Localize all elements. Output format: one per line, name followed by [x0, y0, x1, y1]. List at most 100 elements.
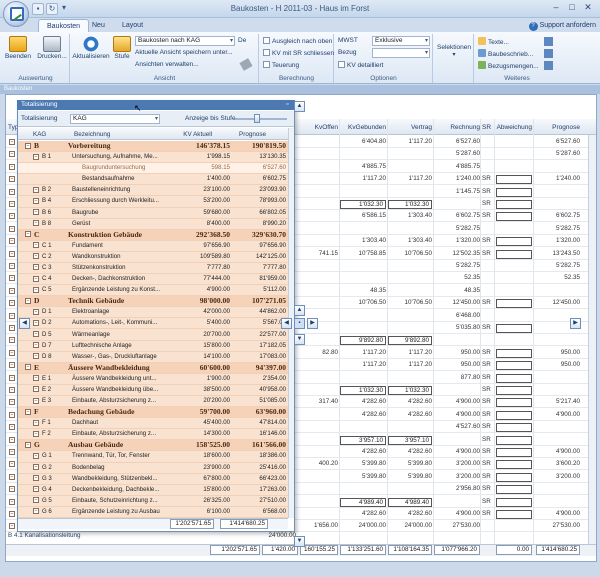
minimize-icon[interactable]: –: [548, 2, 564, 14]
abweichung-input[interactable]: [496, 398, 532, 408]
panel-pin-icon[interactable]: ▫: [286, 101, 294, 109]
expand-toggle-icon[interactable]: −: [9, 486, 15, 493]
list-item[interactable]: − D 2 Automations-, Leit-, Kommuni... 5'400…: [18, 318, 288, 330]
stufe-slider-thumb[interactable]: [254, 114, 260, 123]
abweichung-input[interactable]: [496, 175, 532, 185]
expand-toggle-icon[interactable]: −: [9, 250, 15, 257]
texte-button[interactable]: Texte...: [478, 37, 509, 46]
tree-toggle-icon[interactable]: −: [33, 331, 39, 337]
group-row[interactable]: − G Ausbau Gebäude 158'525.00 161'566.00: [18, 440, 288, 452]
table-cell[interactable]: 1'032.30: [340, 200, 386, 209]
tree-toggle-icon[interactable]: −: [33, 319, 39, 326]
abweichung-input[interactable]: [496, 386, 532, 395]
tree-toggle-icon[interactable]: −: [25, 408, 31, 415]
pcol-kag[interactable]: KAG: [33, 131, 46, 138]
dock-center-right-button[interactable]: ▶: [307, 318, 318, 329]
tree-toggle-icon[interactable]: −: [33, 397, 39, 404]
abweichung-input[interactable]: [496, 435, 532, 445]
list-item[interactable]: − E 3 Einbaute, Absturzsicherung z... 20'20…: [18, 396, 288, 408]
tree-toggle-icon[interactable]: −: [33, 286, 39, 293]
ausgleich-checkbox[interactable]: Ausgleich nach oben: [263, 37, 332, 45]
group-row[interactable]: − E Äussere Wandbekleidung 60'600.00 94'397.…: [18, 362, 288, 374]
list-item[interactable]: − E 1 Äussere Wandbekleidung unt... 1'900.0…: [18, 374, 288, 385]
expand-toggle-icon[interactable]: −: [9, 523, 15, 530]
tab-baukosten[interactable]: Baukosten: [38, 19, 90, 32]
expand-toggle-icon[interactable]: −: [9, 349, 15, 356]
abweichung-input[interactable]: [496, 460, 532, 470]
table-cell[interactable]: 9'892.80: [340, 336, 386, 346]
abweichung-input[interactable]: [496, 299, 532, 309]
support-button[interactable]: ? Support anfordern: [528, 19, 596, 32]
expand-toggle-icon[interactable]: −: [9, 151, 15, 158]
tree-toggle-icon[interactable]: −: [33, 275, 39, 282]
document-tab[interactable]: Baukosten: [0, 85, 600, 94]
dock-center-left-button[interactable]: ◀: [281, 318, 292, 329]
group-row[interactable]: − B Vorbereitung 146'378.15 190'819.50: [18, 141, 288, 153]
list-item[interactable]: − F 2 Einbaute, Absturzsicherung z... 14'30…: [18, 429, 288, 441]
abweichung-input[interactable]: [496, 200, 532, 209]
abweichung-input[interactable]: [496, 187, 532, 197]
tab-layout[interactable]: Layout: [114, 19, 151, 32]
expand-toggle-icon[interactable]: −: [9, 176, 15, 183]
tree-toggle-icon[interactable]: −: [33, 209, 39, 216]
aktualisieren-button[interactable]: Aktualisieren: [72, 36, 110, 60]
grid-icon[interactable]: [544, 37, 553, 46]
table-cell[interactable]: 1'032.30: [388, 386, 432, 395]
dock-top-button[interactable]: ▲: [294, 101, 305, 112]
baubeschrieb-button[interactable]: Baubeschrieb...: [478, 49, 533, 58]
table-cell[interactable]: 3'957.10: [388, 435, 432, 445]
tree-toggle-icon[interactable]: −: [33, 242, 39, 249]
beenden-button[interactable]: Beenden: [4, 36, 32, 60]
abweichung-input[interactable]: [496, 361, 532, 371]
expand-toggle-icon[interactable]: −: [9, 424, 15, 431]
abweichung-input[interactable]: [496, 448, 532, 457]
group-row[interactable]: − F Bedachung Gebäude 59'700.00 63'960.00: [18, 407, 288, 419]
mwst-select[interactable]: Exklusive: [372, 36, 430, 46]
dock-right-button[interactable]: ▶: [570, 318, 581, 329]
expand-toggle-icon[interactable]: −: [9, 312, 15, 319]
panel-title[interactable]: Totalisierung: [17, 100, 295, 110]
list-item[interactable]: − G 6 Ergänzende Leistung zu Ausbau 6'100.0…: [18, 507, 288, 518]
list-item[interactable]: − D 5 Wärmeanlage 20'700.00 22'577.00: [18, 330, 288, 341]
tree-toggle-icon[interactable]: −: [33, 464, 39, 471]
dock-left-button[interactable]: ◀: [19, 318, 30, 329]
abweichung-input[interactable]: [496, 410, 532, 420]
expand-toggle-icon[interactable]: −: [9, 300, 15, 307]
list-item[interactable]: − D 1 Elektroanlage 42'000.00 44'862.00: [18, 307, 288, 319]
list-item[interactable]: − B 4 Erschliessung durch Werkleitu... 53'2…: [18, 196, 288, 208]
teuerung-checkbox[interactable]: Teuerung: [263, 61, 299, 69]
group-row[interactable]: − C Konstruktion Gebäude 292'368.50 329'630.…: [18, 229, 288, 241]
tree-toggle-icon[interactable]: −: [33, 375, 39, 382]
tree-toggle-icon[interactable]: −: [33, 308, 39, 315]
expand-toggle-icon[interactable]: −: [9, 337, 15, 344]
expand-toggle-icon[interactable]: −: [9, 163, 15, 170]
tree-toggle-icon[interactable]: −: [33, 419, 39, 426]
expand-toggle-icon[interactable]: −: [9, 473, 15, 480]
expand-toggle-icon[interactable]: −: [9, 498, 15, 505]
save-quick-icon[interactable]: ▪: [32, 3, 44, 15]
col-kvoffen[interactable]: KvOffen: [300, 124, 338, 131]
close-icon[interactable]: ✕: [580, 2, 596, 14]
col-vertrag[interactable]: Vertrag: [388, 124, 432, 131]
abweichung-input[interactable]: [496, 249, 532, 259]
expand-toggle-icon[interactable]: −: [9, 225, 15, 232]
expand-toggle-icon[interactable]: −: [9, 139, 15, 145]
dock-center-top-button[interactable]: ▲: [294, 305, 305, 316]
list-item[interactable]: − C 4 Decken-, Dachkonstruktion 77'444.00 81…: [18, 274, 288, 286]
tree-toggle-icon[interactable]: −: [33, 353, 39, 360]
expand-toggle-icon[interactable]: −: [9, 238, 15, 245]
selektionen-button[interactable]: Selektionen ▾: [435, 44, 473, 58]
expand-toggle-icon[interactable]: −: [9, 188, 15, 195]
expand-toggle-icon[interactable]: −: [9, 461, 15, 468]
tree-toggle-icon[interactable]: −: [33, 386, 39, 393]
list-item[interactable]: Bestandsaufnahme 1'400.00 6'602.75: [18, 174, 288, 186]
tree-toggle-icon[interactable]: −: [33, 197, 39, 204]
tree-toggle-icon[interactable]: −: [25, 441, 31, 448]
expand-toggle-icon[interactable]: −: [9, 362, 15, 369]
tree-toggle-icon[interactable]: −: [33, 486, 39, 493]
table-cell[interactable]: 1'032.30: [340, 386, 386, 395]
table-cell[interactable]: 9'892.80: [388, 336, 432, 346]
tree-toggle-icon[interactable]: −: [33, 497, 39, 504]
expand-toggle-icon[interactable]: −: [9, 263, 15, 269]
expand-toggle-icon[interactable]: −: [9, 374, 15, 381]
